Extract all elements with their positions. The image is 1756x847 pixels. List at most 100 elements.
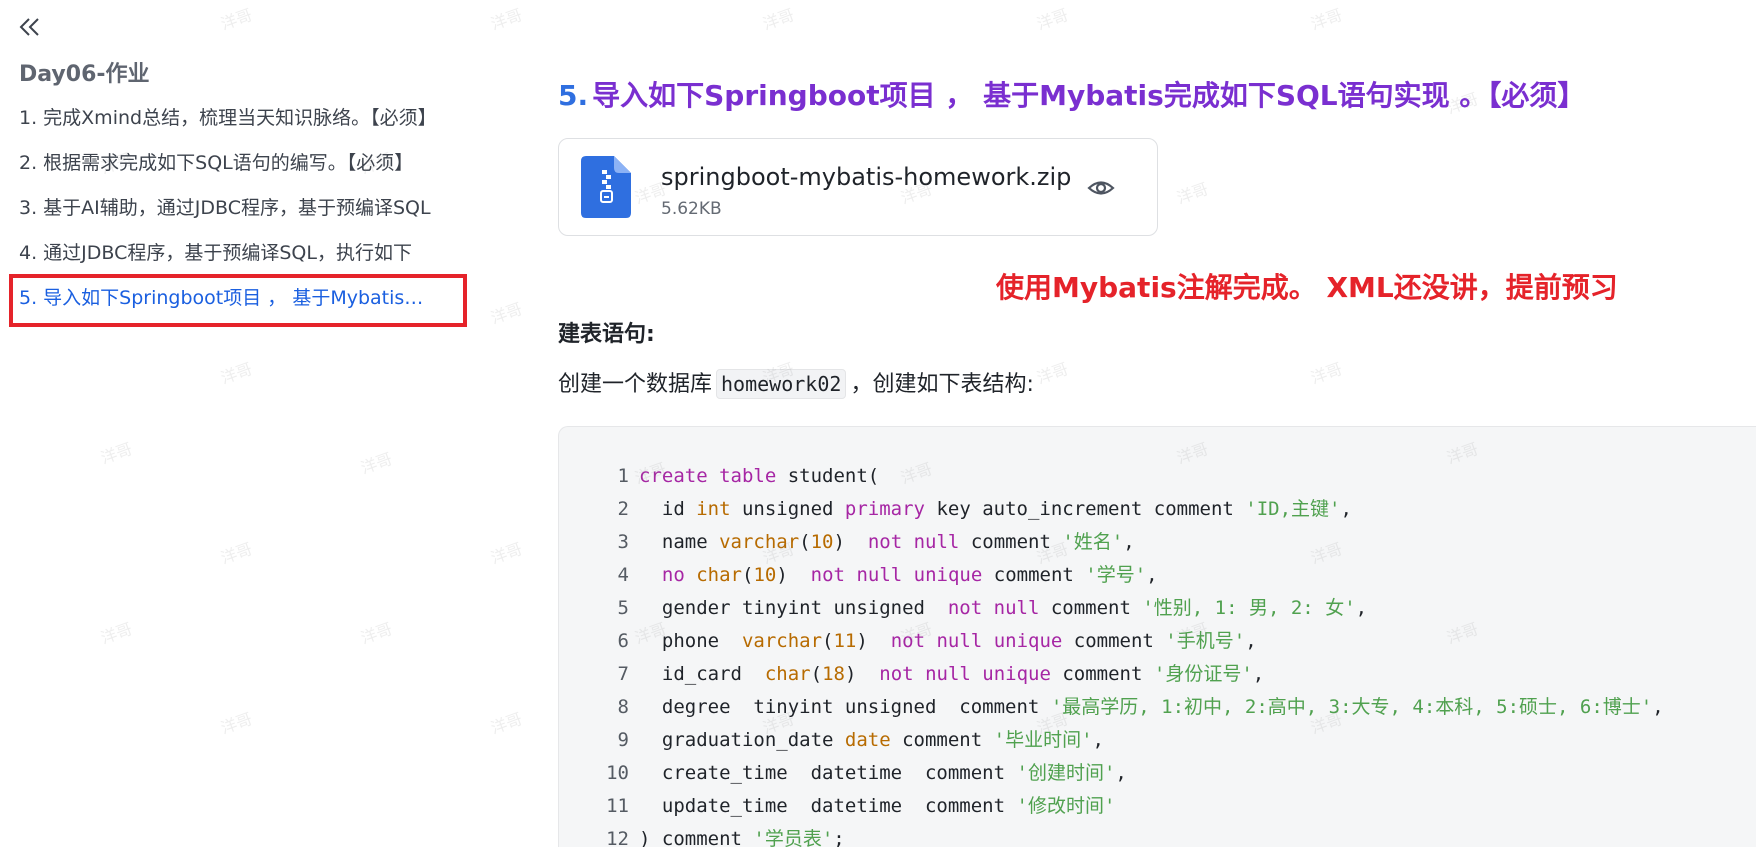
code-token: ( bbox=[799, 531, 811, 553]
code-line: 12) comment '学员表'; bbox=[559, 823, 1664, 847]
line-number: 5 bbox=[617, 597, 629, 619]
code-token: '毕业时间' bbox=[993, 729, 1093, 751]
code-token: 11 bbox=[833, 630, 857, 652]
code-token: '创建时间' bbox=[1016, 762, 1116, 784]
line-number: 3 bbox=[617, 531, 629, 553]
outline-item-label: 2. 根据需求完成如下SQL语句的编写。【必须】 bbox=[19, 152, 414, 174]
watermark-text: 洋哥 bbox=[488, 299, 525, 328]
code-token: 10 bbox=[810, 531, 834, 553]
code-line: 5 gender tinyint unsigned not null comme… bbox=[559, 592, 1664, 625]
code-token: not bbox=[867, 531, 903, 553]
outline-item-4[interactable]: 4. 通过JDBC程序，基于预编译SQL，执行如下 bbox=[0, 231, 470, 276]
code-line: 8 degree tinyint unsigned comment '最高学历,… bbox=[559, 691, 1664, 724]
outline-item-label: 1. 完成Xmind总结，梳理当天知识脉络。【必须】 bbox=[19, 107, 437, 129]
code-token: null bbox=[993, 597, 1040, 619]
attachment-file-name[interactable]: springboot-mybatis-homework.zip bbox=[661, 163, 1071, 191]
section-heading-text: 导入如下Springboot项目 ， 基于Mybatis完成如下SQL语句实现 … bbox=[592, 79, 1586, 112]
outline-item-1[interactable]: 1. 完成Xmind总结，梳理当天知识脉络。【必须】 bbox=[0, 96, 470, 141]
code-token: comment bbox=[1039, 597, 1143, 619]
code-token: create bbox=[639, 465, 708, 487]
code-token: '身份证号' bbox=[1153, 663, 1253, 685]
document-page: Day06-作业 1. 完成Xmind总结，梳理当天知识脉络。【必须】 2. 根据… bbox=[0, 0, 1756, 847]
code-token: char bbox=[764, 663, 811, 685]
code-token: comment bbox=[1062, 630, 1166, 652]
double-chevron-left-icon bbox=[19, 18, 39, 36]
code-token: '修改时间' bbox=[1016, 795, 1116, 817]
code-token: , bbox=[1146, 564, 1158, 586]
code-token: unique bbox=[982, 663, 1051, 685]
outline-sidebar: Day06-作业 1. 完成Xmind总结，梳理当天知识脉络。【必须】 2. 根据… bbox=[0, 0, 470, 847]
line-number: 8 bbox=[617, 696, 629, 718]
collapse-outline-button[interactable] bbox=[14, 12, 44, 42]
eye-icon bbox=[1087, 181, 1115, 195]
code-token: , bbox=[1245, 630, 1257, 652]
sub-heading: 建表语句: bbox=[558, 322, 655, 347]
code-token: not bbox=[890, 630, 926, 652]
code-token: varchar bbox=[741, 630, 823, 652]
code-token: ( bbox=[742, 564, 754, 586]
outline-item-2[interactable]: 2. 根据需求完成如下SQL语句的编写。【必须】 bbox=[0, 141, 470, 186]
code-token: unique bbox=[913, 564, 983, 586]
line-number: 10 bbox=[606, 762, 629, 784]
code-lines: 1 create table student(2 id int unsigned … bbox=[559, 460, 1664, 847]
code-token: key auto_increment comment bbox=[925, 498, 1246, 520]
code-token: comment bbox=[959, 531, 1063, 553]
code-token: ( bbox=[822, 630, 834, 652]
line-number: 11 bbox=[606, 795, 629, 817]
code-line: 7 id_card char(18) not null unique comme… bbox=[559, 658, 1664, 691]
section-heading: 5. 导入如下Springboot项目 ， 基于Mybatis完成如下SQL语句实… bbox=[558, 74, 1585, 114]
code-token: ) comment bbox=[639, 828, 754, 847]
line-number: 7 bbox=[617, 663, 629, 685]
description-after: ，创建如下表结构: bbox=[850, 372, 1034, 397]
code-token: name bbox=[639, 531, 720, 553]
line-number: 2 bbox=[617, 498, 629, 520]
code-token: ) bbox=[856, 630, 891, 652]
code-token: student( bbox=[776, 465, 880, 487]
code-token: table bbox=[719, 465, 777, 487]
outline-list: 1. 完成Xmind总结，梳理当天知识脉络。【必须】 2. 根据需求完成如下SQL… bbox=[0, 96, 470, 321]
code-token: 10 bbox=[753, 564, 777, 586]
attachment-file-size: 5.62KB bbox=[661, 199, 722, 219]
code-token: , bbox=[1092, 729, 1104, 751]
outline-item-label: 3. 基于AI辅助，通过JDBC程序，基于预编译SQL bbox=[19, 197, 431, 219]
code-token: null bbox=[936, 630, 983, 652]
code-token: 18 bbox=[822, 663, 845, 685]
code-token: comment bbox=[890, 729, 994, 751]
code-token: ) bbox=[833, 531, 868, 553]
code-token: varchar bbox=[719, 531, 800, 553]
code-token: id_card bbox=[639, 663, 765, 685]
code-token: unique bbox=[993, 630, 1063, 652]
code-token: ) bbox=[776, 564, 811, 586]
preview-button[interactable] bbox=[1086, 173, 1116, 203]
attachment-card[interactable]: springboot-mybatis-homework.zip 5.62KB bbox=[558, 138, 1158, 236]
code-line: 3 name varchar(10) not null comment '姓名'… bbox=[559, 526, 1664, 559]
section-heading-number: 5. bbox=[558, 79, 589, 112]
code-token: not bbox=[947, 597, 983, 619]
outline-item-5[interactable]: 5. 导入如下Springboot项目 ， 基于Mybatis完成 bbox=[0, 276, 470, 321]
inline-code-database: homework02 bbox=[716, 369, 847, 399]
main-content: 5. 导入如下Springboot项目 ， 基于Mybatis完成如下SQL语句实… bbox=[558, 0, 1756, 847]
code-token: , bbox=[1652, 696, 1664, 718]
code-line: 4 no char(10) not null unique comment '学… bbox=[559, 559, 1664, 592]
code-token: '最高学历, 1:初中, 2:高中, 3:大专, 4:本科, 5:硕士, 6:博… bbox=[1050, 696, 1653, 718]
outline-item-3[interactable]: 3. 基于AI辅助，通过JDBC程序，基于预编译SQL bbox=[0, 186, 470, 231]
code-line: 6 phone varchar(11) not null unique comm… bbox=[559, 625, 1664, 658]
code-token: int bbox=[696, 498, 731, 520]
code-token: gender tinyint unsigned bbox=[639, 597, 948, 619]
code-token: primary bbox=[844, 498, 925, 520]
code-token: id bbox=[639, 498, 697, 520]
code-block[interactable]: 1 create table student(2 id int unsigned … bbox=[558, 426, 1756, 847]
outline-title: Day06-作业 bbox=[19, 62, 150, 87]
code-token: date bbox=[844, 729, 891, 751]
line-number: 6 bbox=[617, 630, 629, 652]
code-token: '学员表' bbox=[753, 828, 834, 847]
description-before: 创建一个数据库 bbox=[558, 372, 713, 397]
code-token: graduation_date bbox=[639, 729, 845, 751]
